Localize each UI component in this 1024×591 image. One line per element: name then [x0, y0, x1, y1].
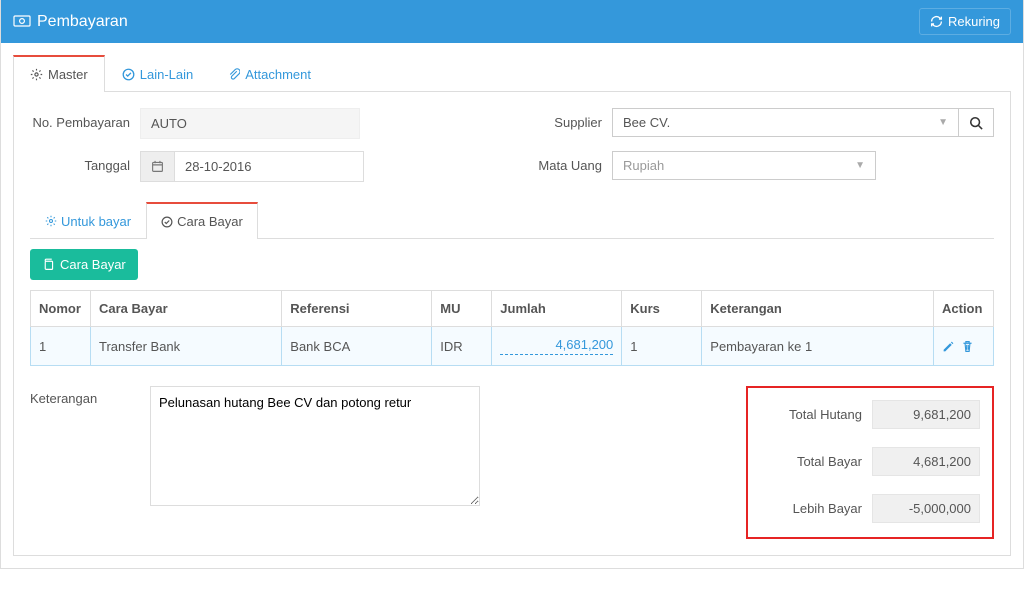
table-row[interactable]: 1 Transfer Bank Bank BCA IDR 4,681,200 1…	[31, 327, 994, 366]
calendar-icon	[151, 160, 164, 173]
add-cara-bayar-button[interactable]: Cara Bayar	[30, 249, 138, 280]
sub-tab-untuk-bayar[interactable]: Untuk bayar	[30, 202, 146, 239]
master-content: No. Pembayaran Supplier Bee CV. ▼	[13, 92, 1011, 556]
col-jumlah: Jumlah	[492, 291, 622, 327]
paperclip-icon	[227, 68, 240, 81]
chevron-down-icon: ▼	[938, 117, 948, 128]
trash-icon	[961, 340, 974, 353]
delete-button[interactable]	[961, 340, 974, 353]
tanggal-label: Tanggal	[30, 151, 130, 173]
cell-jumlah[interactable]: 4,681,200	[492, 327, 622, 366]
col-kurs: Kurs	[622, 291, 702, 327]
date-picker-button[interactable]	[140, 151, 174, 182]
supplier-label: Supplier	[522, 108, 602, 130]
col-mu: MU	[432, 291, 492, 327]
total-bayar-value: 4,681,200	[872, 447, 980, 476]
cell-nomor: 1	[31, 327, 91, 366]
cell-keterangan: Pembayaran ke 1	[702, 327, 934, 366]
sub-tabs: Untuk bayar Cara Bayar	[30, 202, 994, 239]
sub-tab-cara-bayar[interactable]: Cara Bayar	[146, 202, 258, 239]
mata-uang-select[interactable]: Rupiah ▼	[612, 151, 876, 180]
edit-button[interactable]	[942, 340, 955, 353]
cell-referensi: Bank BCA	[282, 327, 432, 366]
supplier-select[interactable]: Bee CV. ▼	[612, 108, 959, 137]
lebih-bayar-label: Lebih Bayar	[762, 501, 862, 516]
payment-panel: Pembayaran Rekuring Master Lain-Lain	[0, 0, 1024, 569]
col-action: Action	[934, 291, 994, 327]
no-pembayaran-label: No. Pembayaran	[30, 108, 130, 130]
pencil-icon	[942, 340, 955, 353]
rekuring-button[interactable]: Rekuring	[919, 8, 1011, 35]
col-cara-bayar: Cara Bayar	[91, 291, 282, 327]
copy-icon	[42, 258, 55, 271]
tab-attachment[interactable]: Attachment	[210, 55, 328, 92]
refresh-icon	[930, 15, 943, 28]
total-hutang-label: Total Hutang	[762, 407, 862, 422]
check-icon	[122, 68, 135, 81]
col-nomor: Nomor	[31, 291, 91, 327]
tanggal-input[interactable]	[174, 151, 364, 182]
page-title: Pembayaran	[13, 13, 128, 31]
money-icon	[13, 15, 31, 29]
main-tabs: Master Lain-Lain Attachment	[13, 55, 1011, 92]
chevron-down-icon: ▼	[855, 160, 865, 171]
cell-mu: IDR	[432, 327, 492, 366]
no-pembayaran-input	[140, 108, 360, 139]
search-icon	[969, 116, 983, 130]
cell-kurs: 1	[622, 327, 702, 366]
gear-icon	[45, 215, 57, 227]
panel-header: Pembayaran Rekuring	[1, 0, 1023, 43]
total-hutang-value: 9,681,200	[872, 400, 980, 429]
lebih-bayar-value: -5,000,000	[872, 494, 980, 523]
keterangan-label: Keterangan	[30, 386, 130, 406]
col-referensi: Referensi	[282, 291, 432, 327]
gear-icon	[30, 68, 43, 81]
check-icon	[161, 216, 173, 228]
cell-cara-bayar: Transfer Bank	[91, 327, 282, 366]
cara-bayar-table: Nomor Cara Bayar Referensi MU Jumlah Kur…	[30, 290, 994, 366]
total-bayar-label: Total Bayar	[762, 454, 862, 469]
tab-master[interactable]: Master	[13, 55, 105, 92]
panel-body: Master Lain-Lain Attachment No. Pembayar…	[1, 43, 1023, 568]
keterangan-textarea[interactable]	[150, 386, 480, 506]
col-keterangan: Keterangan	[702, 291, 934, 327]
totals-box: Total Hutang 9,681,200 Total Bayar 4,681…	[746, 386, 994, 539]
supplier-search-button[interactable]	[959, 108, 994, 137]
mata-uang-label: Mata Uang	[522, 151, 602, 173]
tab-lain-lain[interactable]: Lain-Lain	[105, 55, 211, 92]
